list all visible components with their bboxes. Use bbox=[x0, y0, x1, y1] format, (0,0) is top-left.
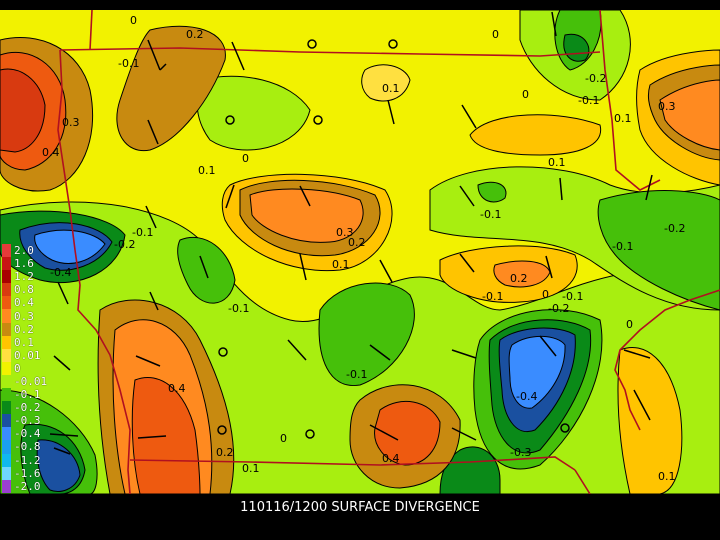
legend-swatch bbox=[2, 296, 11, 310]
contour-label: 0 bbox=[626, 318, 633, 331]
legend-row: -0.1 bbox=[2, 388, 52, 402]
legend-row: 0.4 bbox=[2, 296, 52, 310]
legend-label: 0.01 bbox=[14, 348, 41, 362]
legend-row: -0.8 bbox=[2, 440, 52, 454]
legend-swatch bbox=[2, 453, 11, 467]
contour-label: -0.1 bbox=[346, 368, 367, 381]
legend-row: 0.1 bbox=[2, 335, 52, 349]
contour-label: 0.1 bbox=[198, 164, 216, 177]
legend-swatch bbox=[2, 414, 11, 428]
legend-swatch bbox=[2, 479, 11, 493]
legend-label: 0.2 bbox=[14, 322, 34, 336]
contour-label: -0.1 bbox=[578, 94, 599, 107]
contour-label: -0.1 bbox=[612, 240, 633, 253]
map-canvas: 00.2 0-0.1-0.20.1 0 -0.10.3 0.10.30.4 00.10.1… bbox=[0, 10, 720, 494]
legend-row: 0.8 bbox=[2, 283, 52, 297]
contour-label: 0 bbox=[522, 88, 529, 101]
contour-label: 0.2 bbox=[510, 272, 528, 285]
contour-label: -0.1 bbox=[118, 57, 139, 70]
legend-swatch bbox=[2, 348, 11, 362]
contour-label: -0.2 bbox=[114, 238, 135, 251]
contour-label: -0.3 bbox=[510, 446, 531, 459]
contour-label: 0.4 bbox=[42, 146, 60, 159]
legend-label: 0.1 bbox=[14, 335, 34, 349]
contour-label: -0.1 bbox=[480, 208, 501, 221]
contour-label: 0.2 bbox=[186, 28, 204, 41]
legend-row: 0.01 bbox=[2, 348, 52, 362]
legend-row: -0.2 bbox=[2, 401, 52, 415]
legend-swatch bbox=[2, 361, 11, 375]
legend-swatch bbox=[2, 257, 11, 271]
legend-label: 1.6 bbox=[14, 257, 34, 271]
legend-swatch bbox=[2, 466, 11, 480]
legend-label: 0.4 bbox=[14, 296, 34, 310]
contour-label: -0.2 bbox=[585, 72, 606, 85]
legend-row: -0.01 bbox=[2, 374, 52, 389]
divergence-map: 0 0.2 0 -0.1 -0.2 0.1 0 -0.1 0.3 0.1 0.3 0.4 0 0.1 0.1… bbox=[0, 10, 720, 494]
legend-label: -0.01 bbox=[14, 374, 48, 388]
contour-label: 0.2 bbox=[348, 236, 366, 249]
contour-label: -0.4 bbox=[50, 266, 71, 279]
contour-label: 0 bbox=[280, 432, 287, 445]
contour-label: 0.1 bbox=[332, 258, 350, 271]
map-caption: 110116/1200 SURFACE DIVERGENCE bbox=[240, 500, 480, 515]
legend-label: 0 bbox=[14, 361, 21, 375]
legend-label: -0.8 bbox=[14, 440, 41, 454]
legend-label: -1.2 bbox=[14, 453, 41, 467]
contour-label: 0.3 bbox=[658, 100, 676, 113]
legend-swatch bbox=[2, 440, 11, 454]
contour-label: 0.3 bbox=[62, 116, 80, 129]
contour-label: 0.1 bbox=[658, 470, 676, 483]
legend-label: 1.2 bbox=[14, 270, 34, 284]
legend-row: 1.2 bbox=[2, 270, 52, 284]
contour-label: -0.2 bbox=[664, 222, 685, 235]
legend-swatch bbox=[2, 388, 11, 402]
legend-row: -0.3 bbox=[2, 414, 52, 428]
legend-row: -1.2 bbox=[2, 453, 52, 467]
legend-label: 0.8 bbox=[14, 283, 34, 297]
legend-row: 0.2 bbox=[2, 322, 52, 336]
contour-label: 0 bbox=[242, 152, 249, 165]
legend-row: -0.4 bbox=[2, 427, 52, 441]
legend-swatch bbox=[2, 427, 11, 441]
legend-label: 0.3 bbox=[14, 309, 34, 323]
legend-label: -1.6 bbox=[14, 466, 41, 480]
legend-row: -1.6 bbox=[2, 466, 52, 480]
color-legend: 2.0 1.6 1.2 0.8 0.4 0.3 0.2 0.1 0.01 0 -0.01 -0.1 -0… bbox=[2, 244, 52, 514]
contour-label: 0 bbox=[542, 288, 549, 301]
legend-label: -0.1 bbox=[14, 388, 41, 402]
contour-label: -0.1 bbox=[228, 302, 249, 315]
contour-label: 0.1 bbox=[382, 82, 400, 95]
contour-label: 0.4 bbox=[382, 452, 400, 465]
legend-row: 2.0 bbox=[2, 244, 52, 258]
legend-row: 0.3 bbox=[2, 309, 52, 323]
legend-swatch bbox=[2, 401, 11, 415]
legend-label: -0.4 bbox=[14, 427, 41, 441]
contour-label: 0.2 bbox=[216, 446, 234, 459]
legend-row: 1.6 bbox=[2, 257, 52, 271]
contour-label: 0.1 bbox=[614, 112, 632, 125]
legend-row: -2.0 bbox=[2, 479, 52, 493]
legend-swatch bbox=[2, 283, 11, 297]
legend-swatch bbox=[2, 244, 11, 258]
contour-label: 0.4 bbox=[168, 382, 186, 395]
contour-label: -0.1 bbox=[482, 290, 503, 303]
contour-label: 0.1 bbox=[242, 462, 260, 475]
legend-swatch bbox=[2, 270, 11, 284]
contour-label: 0.1 bbox=[548, 156, 566, 169]
legend-swatch bbox=[2, 309, 11, 323]
contour-label: 0 bbox=[130, 14, 137, 27]
legend-swatch bbox=[2, 335, 11, 349]
contour-label: -0.4 bbox=[516, 390, 537, 403]
legend-label: 2.0 bbox=[14, 244, 34, 258]
contour-label: 0 bbox=[492, 28, 499, 41]
legend-swatch bbox=[2, 374, 11, 389]
legend-row: 0 bbox=[2, 361, 52, 375]
legend-swatch bbox=[2, 322, 11, 336]
legend-label: -2.0 bbox=[14, 479, 41, 493]
legend-label: -0.3 bbox=[14, 414, 41, 428]
contour-label: -0.2 bbox=[548, 302, 569, 315]
legend-label: -0.2 bbox=[14, 401, 41, 415]
